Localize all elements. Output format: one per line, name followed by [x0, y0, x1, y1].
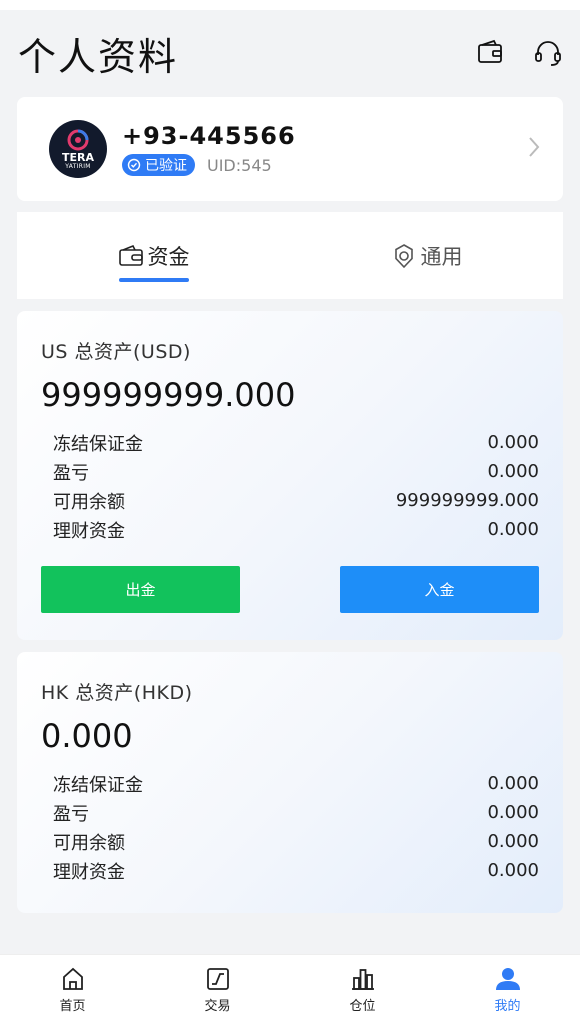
row-value: 0.000 [487, 432, 539, 453]
tab-active-indicator [118, 278, 189, 282]
avatar-brand-sub: YATIRIM [65, 162, 91, 170]
verify-row: 已验证 UID:545 [122, 154, 527, 176]
asset-total: 999999999.000 [41, 376, 296, 414]
row-value: 999999999.000 [395, 490, 539, 511]
profile-card[interactable]: TERA YATIRIM +93-445566 已验证 UID:545 [17, 97, 563, 201]
status-strip [0, 0, 580, 10]
chevron-right-icon [527, 133, 541, 166]
settings-icon [394, 243, 413, 268]
bottom-nav: 首页 交易 仓位 我的 [0, 954, 580, 1024]
row-value: 0.000 [487, 519, 539, 540]
deposit-button[interactable]: 入金 [340, 566, 539, 613]
asset-rows: 冻结保证金 0.000 盈亏 0.000 可用余额 999999999.000 … [41, 428, 539, 544]
tab-general-label: 通用 [420, 244, 463, 269]
asset-title: US 总资产(USD) [41, 341, 191, 363]
asset-row: 可用余额 0.000 [53, 827, 539, 856]
tab-funds[interactable]: 资金 [17, 212, 290, 299]
asset-row: 盈亏 0.000 [53, 457, 539, 486]
row-label: 理财资金 [53, 861, 125, 883]
row-value: 0.000 [487, 860, 539, 881]
row-label: 冻结保证金 [53, 433, 143, 455]
row-label: 可用余额 [53, 832, 125, 854]
row-label: 可用余额 [53, 491, 125, 513]
page-header: 个人资料 [0, 10, 580, 96]
asset-title: HK 总资产(HKD) [41, 682, 193, 704]
nav-home[interactable]: 首页 [0, 955, 145, 1024]
headset-icon[interactable] [532, 37, 564, 69]
position-icon [351, 968, 374, 990]
page-title: 个人资料 [18, 34, 179, 79]
nav-trade-label: 交易 [204, 998, 231, 1014]
asset-card-hk: HK 总资产(HKD) 0.000 冻结保证金 0.000 盈亏 0.000 可… [17, 652, 563, 913]
header-actions [474, 37, 564, 69]
verified-badge: 已验证 [122, 154, 195, 176]
profile-info: +93-445566 已验证 UID:545 [122, 122, 527, 176]
fund-actions: 出金 入金 [41, 566, 539, 613]
check-circle-icon [127, 158, 141, 172]
nav-home-label: 首页 [59, 998, 86, 1014]
asset-row: 理财资金 0.000 [53, 515, 539, 544]
row-value: 0.000 [487, 802, 539, 823]
brand-logo-icon [67, 129, 89, 150]
nav-mine[interactable]: 我的 [435, 955, 580, 1024]
row-value: 0.000 [487, 831, 539, 852]
row-label: 盈亏 [53, 803, 89, 825]
row-label: 理财资金 [53, 520, 125, 542]
row-label: 冻结保证金 [53, 774, 143, 796]
wallet-icon[interactable] [474, 37, 506, 69]
trade-icon [206, 967, 229, 990]
nav-mine-label: 我的 [494, 998, 521, 1014]
nav-position[interactable]: 仓位 [290, 955, 435, 1024]
phone-number: +93-445566 [122, 122, 296, 150]
tab-funds-label: 资金 [147, 244, 190, 269]
asset-card-us: US 总资产(USD) 999999999.000 冻结保证金 0.000 盈亏… [17, 311, 563, 640]
uid-label: UID:545 [207, 155, 272, 175]
avatar-brand: TERA [61, 150, 94, 164]
withdraw-button[interactable]: 出金 [41, 566, 240, 613]
tab-general[interactable]: 通用 [290, 212, 563, 299]
user-icon [495, 967, 520, 990]
asset-row: 理财资金 0.000 [53, 856, 539, 885]
asset-row: 盈亏 0.000 [53, 798, 539, 827]
home-icon [62, 967, 83, 990]
avatar: TERA YATIRIM [49, 120, 107, 178]
nav-trade[interactable]: 交易 [145, 955, 290, 1024]
row-value: 0.000 [487, 773, 539, 794]
asset-row: 冻结保证金 0.000 [53, 428, 539, 457]
asset-total: 0.000 [41, 717, 133, 755]
tab-bar: 资金 通用 [17, 212, 563, 299]
row-value: 0.000 [487, 461, 539, 482]
asset-row: 可用余额 999999999.000 [53, 486, 539, 515]
asset-row: 冻结保证金 0.000 [53, 769, 539, 798]
wallet-tab-icon [118, 244, 143, 266]
asset-rows: 冻结保证金 0.000 盈亏 0.000 可用余额 0.000 理财资金 0.0… [41, 769, 539, 885]
verified-label: 已验证 [145, 158, 187, 174]
row-label: 盈亏 [53, 462, 89, 484]
nav-position-label: 仓位 [349, 998, 376, 1014]
